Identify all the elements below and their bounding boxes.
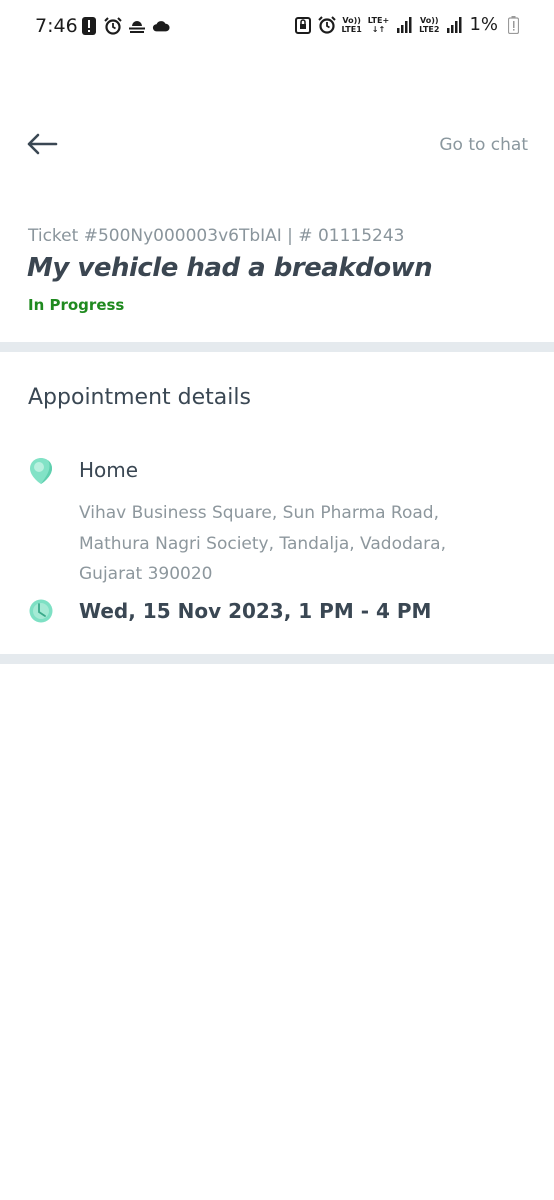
alarm-icon (104, 17, 122, 35)
arrow-left-icon (27, 133, 58, 155)
appointment-section-title: Appointment details (28, 385, 251, 410)
haze-icon (128, 17, 146, 35)
signal-icon (395, 16, 413, 34)
signal-icon (445, 16, 463, 34)
ticket-title: My vehicle had a breakdown (27, 253, 433, 283)
ticket-status: In Progress (28, 296, 125, 314)
ticket-id: Ticket #500Ny000003v6TbIAI | # 01115243 (28, 226, 405, 246)
lte-plus-icon: LTE+ ↓↑ (367, 15, 390, 34)
alarm-icon (317, 15, 336, 34)
clock-icon (28, 598, 56, 626)
section-divider (0, 654, 554, 664)
status-right-icons: Vo)) LTE1 LTE+ ↓↑ Vo)) LTE2 1% (294, 14, 523, 35)
battery-percentage: 1% (469, 14, 498, 35)
location-address: Vihav Business Square, Sun Pharma Road, … (79, 503, 446, 584)
location-pin-icon (28, 457, 56, 485)
section-divider (0, 342, 554, 352)
appointment-time-slot: Wed, 15 Nov 2023, 1 PM - 4 PM (79, 599, 432, 623)
status-time: 7:46 (35, 15, 78, 37)
battery-icon (504, 15, 522, 34)
sim-lock-icon (294, 16, 312, 34)
volte-lte1-icon: Vo)) LTE1 (341, 15, 362, 34)
status-bar: 7:46 Vo)) LTE1 LTE+ ↓↑ Vo)) LTE2 1% (0, 0, 554, 54)
back-button[interactable] (26, 128, 60, 160)
alert-icon (80, 17, 98, 35)
status-left-icons (80, 17, 170, 35)
volte-lte2-icon: Vo)) LTE2 (419, 15, 440, 34)
location-label: Home (79, 458, 139, 482)
cloud-icon (152, 17, 170, 35)
go-to-chat-button[interactable]: Go to chat (439, 135, 528, 155)
